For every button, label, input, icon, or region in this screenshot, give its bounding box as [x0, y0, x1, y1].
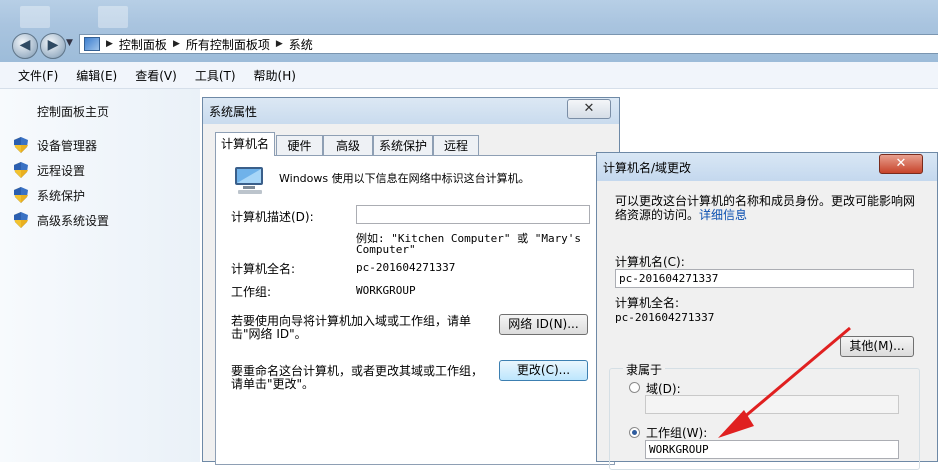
tab-computer-name[interactable]: 计算机名	[215, 132, 275, 156]
tab-hardware[interactable]: 硬件	[276, 135, 323, 155]
control-panel-icon	[84, 37, 100, 51]
control-panel-home-link[interactable]: 控制面板主页	[37, 103, 109, 120]
window-icon	[98, 6, 128, 28]
close-icon[interactable]: ✕	[567, 99, 611, 119]
tab-advanced[interactable]: 高级	[323, 135, 373, 155]
dialog-title: 计算机名/域更改	[603, 161, 692, 175]
intro-text: Windows 使用以下信息在网络中标识这台计算机。	[279, 172, 530, 185]
dialog-title: 系统属性	[209, 105, 258, 119]
workgroup-label: 工作组(W):	[646, 426, 708, 440]
menu-help[interactable]: 帮助(H)	[254, 67, 296, 84]
change-button[interactable]: 更改(C)...	[499, 360, 588, 381]
dialog-titlebar: 系统属性 ✕	[203, 98, 619, 124]
domain-radio[interactable]	[629, 382, 640, 393]
close-icon[interactable]: ✕	[879, 154, 923, 174]
annotation-arrow-icon	[718, 326, 851, 438]
full-name-label: 计算机全名:	[615, 296, 680, 310]
wizard-text-2: 击"网络 ID"。	[231, 327, 307, 341]
computer-name-input[interactable]: pc-201604271337	[615, 269, 914, 288]
member-of-label: 隶属于	[623, 361, 666, 378]
breadcrumb-control-panel[interactable]: 控制面板	[119, 36, 167, 53]
left-task-pane: 控制面板主页 设备管理器 远程设置 系统保护 高级系统设置	[0, 89, 200, 462]
system-properties-dialog: 系统属性 ✕ 计算机名 硬件 高级 系统保护 远程 Windows 使用以下信息…	[202, 97, 620, 465]
full-name-value: pc-201604271337	[356, 261, 456, 274]
details-link[interactable]: 详细信息	[699, 208, 747, 222]
advanced-system-settings-link[interactable]: 高级系统设置	[37, 212, 109, 229]
window-titlebar: ◀ ▶ ▼ ▶ 控制面板 ▶ 所有控制面板项 ▶ 系统	[0, 0, 938, 62]
forward-arrow-icon[interactable]: ▶	[40, 33, 66, 59]
tab-system-protection[interactable]: 系统保护	[373, 135, 433, 155]
remote-settings-link[interactable]: 远程设置	[37, 162, 85, 179]
computer-name-panel: Windows 使用以下信息在网络中标识这台计算机。 计算机描述(D): 例如:…	[215, 155, 615, 465]
breadcrumb-separator-icon: ▶	[275, 39, 283, 49]
workgroup-value: WORKGROUP	[356, 284, 416, 297]
address-bar[interactable]: ▶ 控制面板 ▶ 所有控制面板项 ▶ 系统	[79, 34, 938, 54]
rename-text-2: 请单击"更改"。	[231, 377, 315, 391]
workgroup-label: 工作组:	[231, 285, 272, 299]
workgroup-radio[interactable]	[629, 427, 640, 438]
menu-edit[interactable]: 编辑(E)	[76, 67, 117, 84]
dialog-titlebar: 计算机名/域更改 ✕	[597, 153, 937, 181]
network-id-button[interactable]: 网络 ID(N)...	[499, 314, 588, 335]
shield-icon	[14, 137, 28, 153]
shield-icon	[14, 187, 28, 203]
menu-tools[interactable]: 工具(T)	[195, 67, 236, 84]
window-icon	[20, 6, 50, 28]
menu-file[interactable]: 文件(F)	[18, 67, 58, 84]
breadcrumb-system[interactable]: 系统	[289, 36, 313, 53]
breadcrumb-separator-icon: ▶	[106, 39, 113, 49]
info-text-2: 络资源的访问。详细信息	[615, 208, 748, 222]
tab-remote[interactable]: 远程	[433, 135, 479, 155]
menu-bar: 文件(F) 编辑(E) 查看(V) 工具(T) 帮助(H)	[0, 62, 938, 89]
breadcrumb-separator-icon: ▶	[172, 39, 180, 49]
shield-icon	[14, 162, 28, 178]
full-name-label: 计算机全名:	[231, 262, 296, 276]
shield-icon	[14, 212, 28, 228]
computer-name-label: 计算机名(C):	[615, 255, 685, 269]
menu-view[interactable]: 查看(V)	[135, 67, 177, 84]
description-input[interactable]	[356, 205, 590, 224]
description-label: 计算机描述(D):	[231, 210, 314, 224]
example-text-2: Computer"	[356, 243, 416, 256]
recent-pages-chevron-icon[interactable]: ▼	[66, 38, 73, 48]
computer-icon	[235, 167, 263, 194]
workgroup-input[interactable]: WORKGROUP	[645, 440, 899, 459]
breadcrumb-all-items[interactable]: 所有控制面板项	[186, 36, 270, 53]
system-protection-link[interactable]: 系统保护	[37, 187, 85, 204]
device-manager-link[interactable]: 设备管理器	[37, 137, 97, 154]
back-arrow-icon[interactable]: ◀	[12, 33, 38, 59]
